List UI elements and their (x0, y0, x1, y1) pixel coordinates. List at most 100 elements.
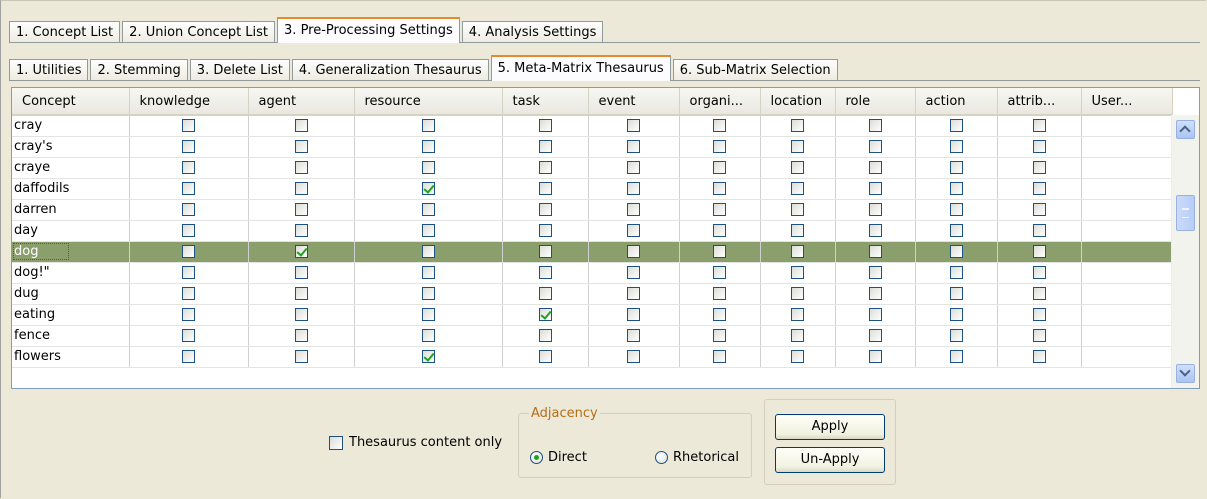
radio-dot-icon[interactable] (655, 451, 668, 464)
checkbox-cell[interactable] (835, 283, 916, 305)
checkbox-cell[interactable] (835, 199, 916, 221)
category-checkbox[interactable] (868, 203, 882, 216)
concept-cell[interactable]: daffodils (12, 178, 130, 200)
checkbox-cell[interactable] (915, 262, 998, 284)
checkbox-cell[interactable] (502, 136, 589, 158)
column-header[interactable]: agent (248, 88, 355, 116)
checkbox-cell[interactable] (760, 346, 836, 368)
checkbox-cell[interactable] (760, 220, 836, 242)
category-checkbox[interactable] (627, 287, 640, 300)
checkbox-cell[interactable] (248, 262, 355, 284)
category-checkbox[interactable] (949, 203, 963, 216)
checkbox-cell[interactable] (760, 136, 836, 158)
checkbox-cell[interactable] (588, 115, 680, 137)
concept-cell[interactable]: dug (12, 283, 130, 305)
checkbox-cell[interactable] (679, 178, 761, 200)
checkbox-cell[interactable] (129, 241, 249, 263)
column-header[interactable]: knowledge (129, 88, 249, 116)
checkbox-cell[interactable] (997, 262, 1082, 284)
category-checkbox[interactable] (627, 140, 640, 153)
category-checkbox[interactable] (182, 140, 195, 153)
category-checkbox[interactable] (627, 350, 640, 363)
category-checkbox[interactable] (1032, 224, 1046, 237)
column-header[interactable]: attrib... (997, 88, 1082, 116)
category-checkbox[interactable] (949, 308, 963, 321)
tab-concept-list[interactable]: 1. Concept List (9, 21, 121, 43)
category-checkbox[interactable] (421, 119, 435, 133)
checkbox-cell[interactable] (248, 115, 355, 137)
table-row[interactable]: dog!" (12, 262, 1173, 284)
checkbox-cell[interactable] (502, 346, 589, 368)
category-checkbox[interactable] (538, 119, 552, 133)
category-checkbox[interactable] (713, 203, 726, 216)
checkbox-cell[interactable] (502, 304, 589, 326)
checkbox-cell[interactable] (502, 115, 589, 137)
category-checkbox[interactable] (713, 140, 726, 153)
column-header[interactable]: role (835, 88, 916, 116)
column-header[interactable]: event (588, 88, 680, 116)
tab-stemming[interactable]: 2. Stemming (90, 59, 188, 81)
checkbox-cell[interactable] (915, 157, 998, 179)
category-checkbox[interactable] (421, 182, 435, 195)
checkbox-cell[interactable] (760, 283, 836, 305)
tab-union-concept-list[interactable]: 2. Union Concept List (122, 21, 276, 43)
category-checkbox[interactable] (421, 266, 435, 279)
concept-cell[interactable]: cray's (12, 136, 130, 158)
category-checkbox[interactable] (294, 350, 308, 363)
category-checkbox[interactable] (627, 161, 640, 174)
category-checkbox[interactable] (791, 224, 804, 237)
concept-cell[interactable]: dog (12, 241, 130, 263)
concept-cell[interactable]: day (12, 220, 130, 242)
concept-cell[interactable]: eating (12, 304, 130, 326)
category-checkbox[interactable] (868, 329, 882, 342)
tab-generalization-thesaurus[interactable]: 4. Generalization Thesaurus (291, 59, 489, 81)
category-checkbox[interactable] (538, 350, 552, 363)
checkbox-cell[interactable] (1081, 220, 1173, 242)
checkbox-cell[interactable] (1081, 136, 1173, 158)
checkbox-cell[interactable] (835, 178, 916, 200)
checkbox-cell[interactable] (915, 220, 998, 242)
category-checkbox[interactable] (791, 203, 804, 216)
checkbox-cell[interactable] (354, 115, 503, 137)
category-checkbox[interactable] (868, 266, 882, 279)
radio-rhetorical[interactable]: Rhetorical (655, 450, 739, 465)
checkbox-cell[interactable] (502, 157, 589, 179)
vertical-scrollbar[interactable] (1171, 115, 1199, 388)
checkbox-cell[interactable] (997, 241, 1082, 263)
checkbox-cell[interactable] (129, 262, 249, 284)
checkbox-cell[interactable] (354, 283, 503, 305)
category-checkbox[interactable] (538, 140, 552, 153)
checkbox-cell[interactable] (354, 157, 503, 179)
checkbox-cell[interactable] (588, 199, 680, 221)
category-checkbox[interactable] (627, 182, 640, 195)
category-checkbox[interactable] (713, 161, 726, 174)
category-checkbox[interactable] (182, 224, 195, 237)
category-checkbox[interactable] (294, 287, 308, 300)
category-checkbox[interactable] (868, 182, 882, 195)
checkbox-cell[interactable] (588, 241, 680, 263)
checkbox-cell[interactable] (502, 283, 589, 305)
checkbox-cell[interactable] (915, 346, 998, 368)
table-row[interactable]: craye (12, 157, 1173, 179)
category-checkbox[interactable] (538, 266, 552, 279)
checkbox-cell[interactable] (679, 346, 761, 368)
category-checkbox[interactable] (182, 182, 195, 195)
checkbox-cell[interactable] (679, 136, 761, 158)
column-header[interactable]: location (760, 88, 836, 116)
concept-cell[interactable]: dog!" (12, 262, 130, 284)
thesaurus-content-only-checkbox[interactable] (329, 435, 343, 450)
checkbox-cell[interactable] (248, 136, 355, 158)
checkbox-cell[interactable] (129, 199, 249, 221)
category-checkbox[interactable] (627, 245, 640, 258)
checkbox-cell[interactable] (997, 178, 1082, 200)
category-checkbox[interactable] (294, 203, 308, 216)
category-checkbox[interactable] (294, 161, 308, 174)
checkbox-cell[interactable] (248, 220, 355, 242)
checkbox-cell[interactable] (835, 157, 916, 179)
category-checkbox[interactable] (713, 350, 726, 363)
column-header[interactable]: action (915, 88, 998, 116)
category-checkbox[interactable] (182, 266, 195, 279)
checkbox-cell[interactable] (760, 115, 836, 137)
checkbox-cell[interactable] (1081, 241, 1173, 263)
category-checkbox[interactable] (182, 308, 195, 321)
